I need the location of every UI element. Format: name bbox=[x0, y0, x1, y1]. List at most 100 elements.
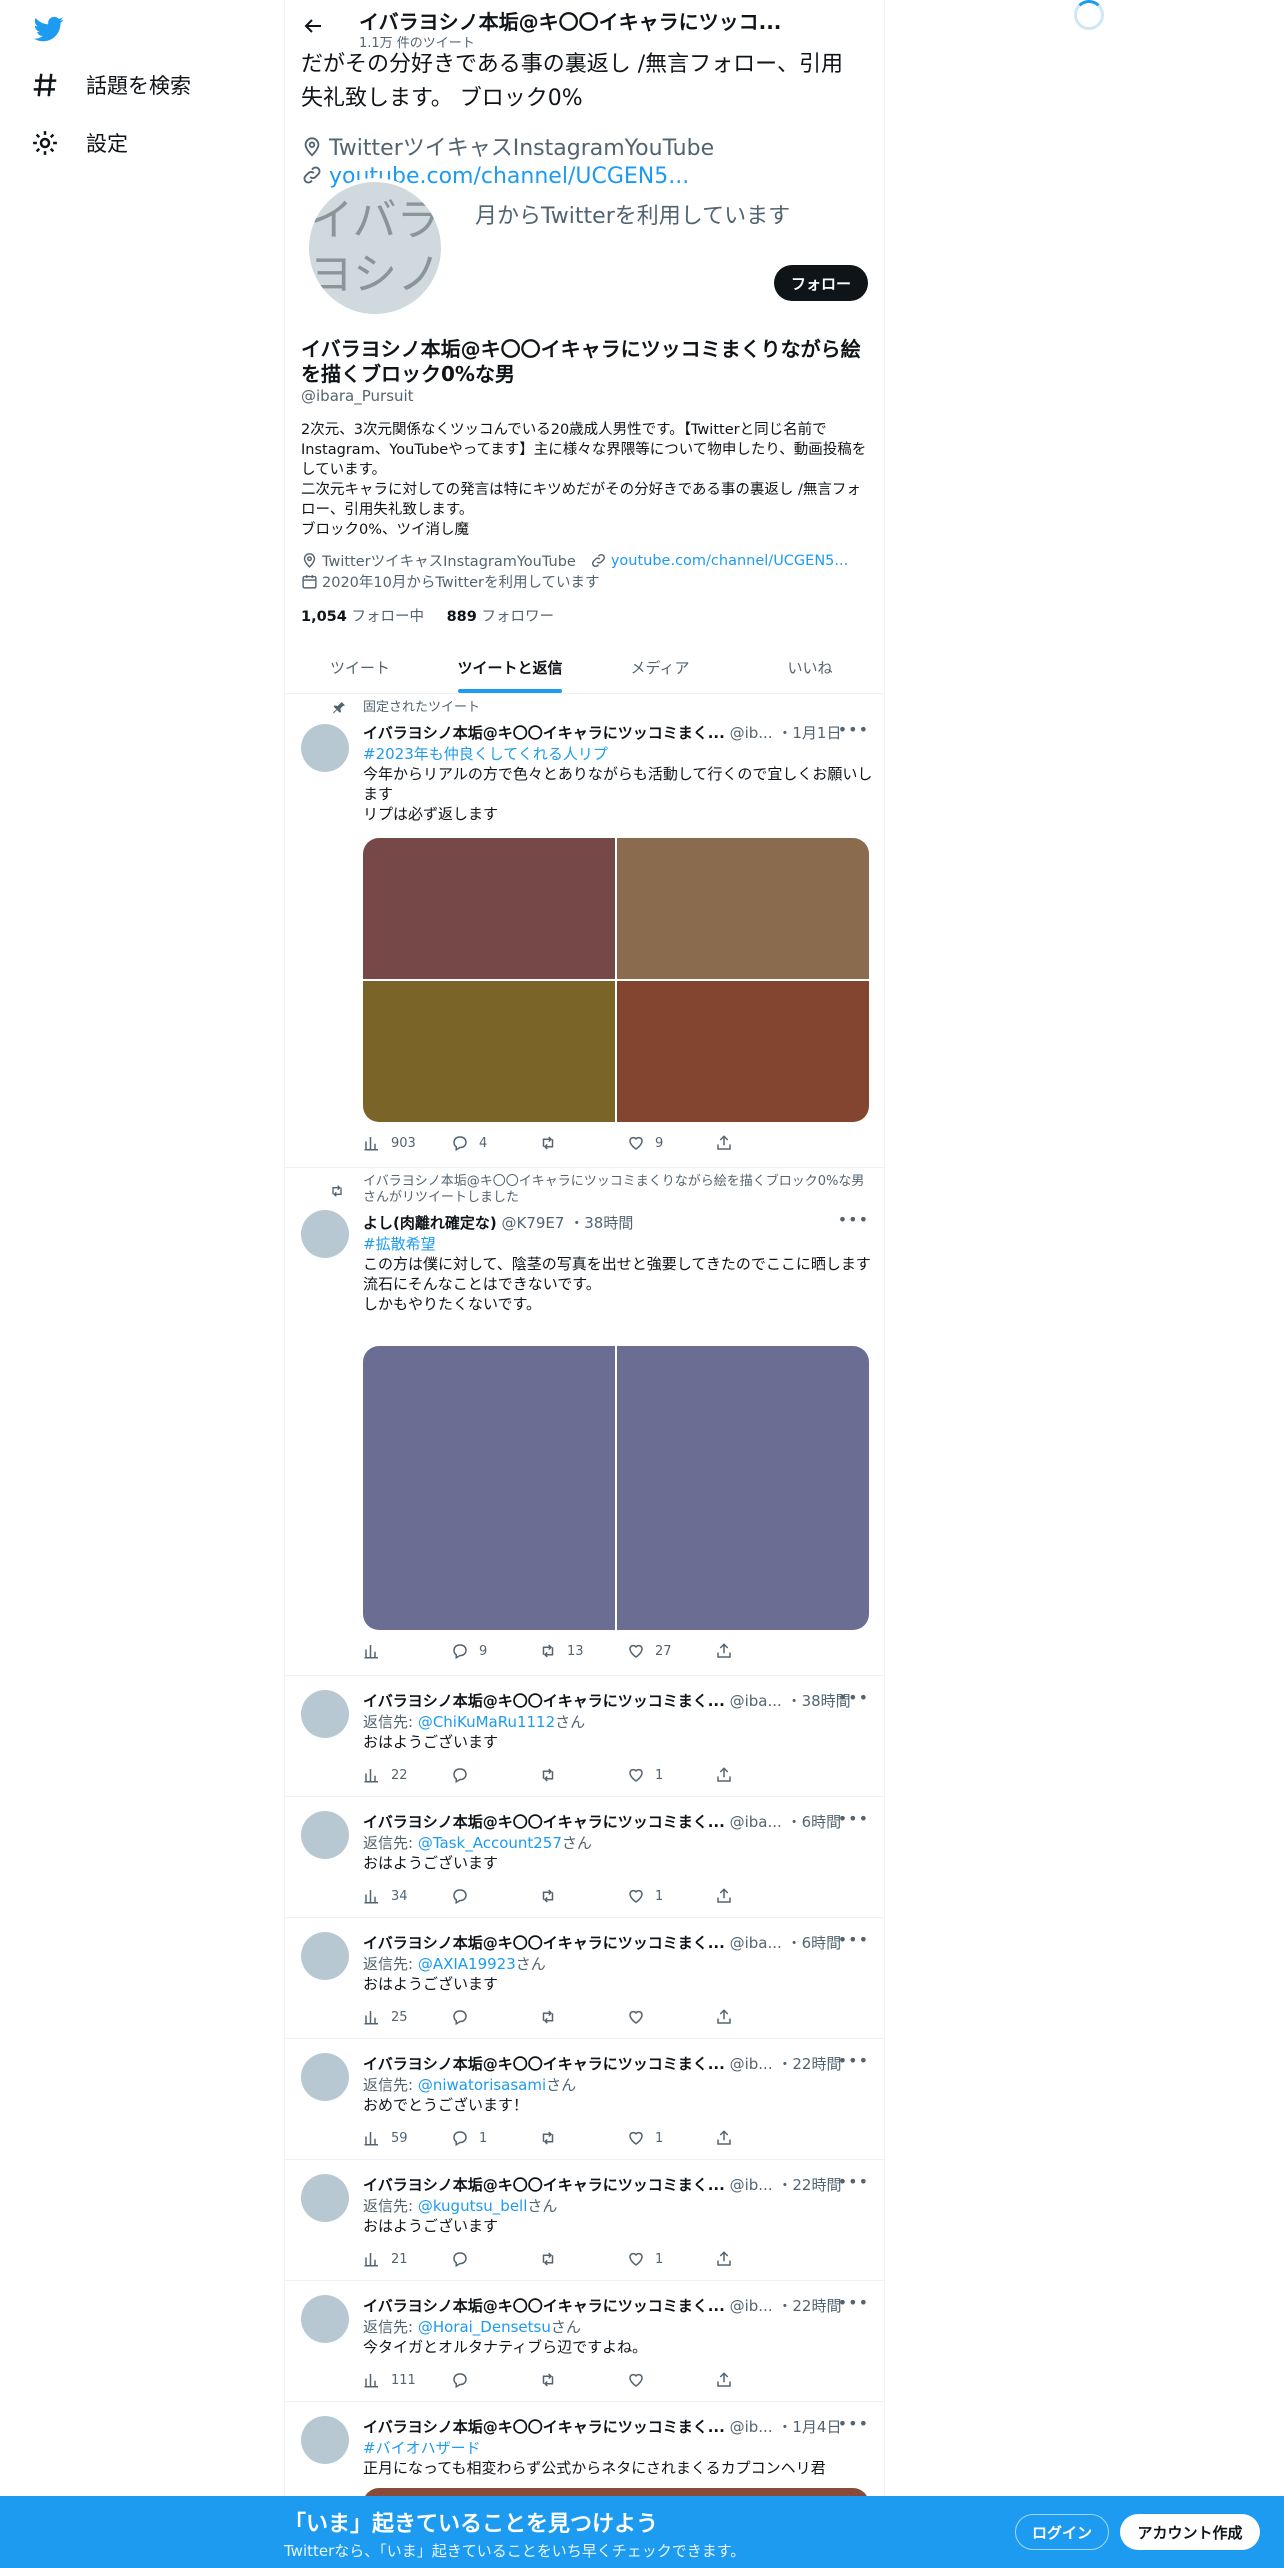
followers-link[interactable]: 889 フォロワー bbox=[447, 609, 554, 625]
tweet-time[interactable]: ・1月4日 bbox=[777, 2418, 841, 2436]
views-button[interactable]: 22 bbox=[363, 1766, 451, 1784]
media-image[interactable] bbox=[363, 838, 615, 979]
share-button[interactable] bbox=[715, 1766, 803, 1784]
avatar[interactable] bbox=[301, 2174, 349, 2222]
more-options-icon[interactable]: ••• bbox=[838, 1210, 869, 1229]
author-name[interactable]: イバラヨシノ本垢@キ〇〇イキャラにツッコミまく... bbox=[363, 2418, 725, 2436]
like-button[interactable]: 1 bbox=[627, 1766, 715, 1784]
tab-tweets-and-replies[interactable]: ツイートと返信 bbox=[435, 642, 585, 693]
more-options-icon[interactable]: ••• bbox=[838, 1809, 869, 1828]
reply-to-handle[interactable]: @ChiKuMaRu1112 bbox=[418, 1713, 555, 1731]
avatar[interactable] bbox=[301, 2416, 349, 2464]
author-name[interactable]: よし(肉離れ確定な) bbox=[363, 1214, 497, 1232]
tab-likes[interactable]: いいね bbox=[735, 642, 884, 693]
media-image[interactable] bbox=[617, 981, 869, 1122]
views-button[interactable]: 21 bbox=[363, 2250, 451, 2268]
following-link[interactable]: 1,054 フォロー中 bbox=[301, 609, 424, 625]
retweet-button[interactable] bbox=[539, 2371, 627, 2389]
tweet-time[interactable]: ・6時間 bbox=[787, 1813, 842, 1831]
reply-to-handle[interactable]: @kugutsu_bell bbox=[418, 2197, 528, 2215]
reply-to-handle[interactable]: @AXIA19923 bbox=[418, 1955, 516, 1973]
views-button[interactable] bbox=[363, 1642, 451, 1660]
nav-settings[interactable]: 設定 bbox=[30, 128, 128, 158]
tab-media[interactable]: メディア bbox=[585, 642, 735, 693]
media-image[interactable] bbox=[363, 981, 615, 1122]
share-button[interactable] bbox=[715, 2008, 803, 2026]
author-name[interactable]: イバラヨシノ本垢@キ〇〇イキャラにツッコミまく... bbox=[363, 1692, 725, 1710]
more-options-icon[interactable]: ••• bbox=[838, 720, 869, 739]
retweet-button[interactable] bbox=[539, 2129, 627, 2147]
reply-to-handle[interactable]: @Horai_Densetsu bbox=[418, 2318, 551, 2336]
tweet-reply[interactable]: イバラヨシノ本垢@キ〇〇イキャラにツッコミまく... @iba... ・6時間 •… bbox=[285, 1918, 884, 2039]
like-button[interactable]: 27 bbox=[627, 1642, 715, 1660]
retweet-button[interactable] bbox=[539, 2250, 627, 2268]
more-options-icon[interactable]: ••• bbox=[838, 2414, 869, 2433]
author-name[interactable]: イバラヨシノ本垢@キ〇〇イキャラにツッコミまく... bbox=[363, 1813, 725, 1831]
like-button[interactable]: 1 bbox=[627, 2129, 715, 2147]
author-name[interactable]: イバラヨシノ本垢@キ〇〇イキャラにツッコミまく... bbox=[363, 724, 725, 742]
avatar[interactable] bbox=[301, 1811, 349, 1859]
retweet-context[interactable]: イバラヨシノ本垢@キ〇〇イキャラにツッコミまくりながら絵を描くブロック0%な男さ… bbox=[363, 1174, 873, 1206]
tweet-time[interactable]: ・38時間 bbox=[569, 1214, 633, 1232]
like-button[interactable] bbox=[627, 2008, 715, 2026]
like-button[interactable] bbox=[627, 2371, 715, 2389]
reply-button[interactable] bbox=[451, 1766, 539, 1784]
tweet-time[interactable]: ・22時間 bbox=[777, 2176, 841, 2194]
reply-button[interactable] bbox=[451, 1887, 539, 1905]
hashtag-link[interactable]: #拡散希望 bbox=[363, 1234, 873, 1254]
tab-tweets[interactable]: ツイート bbox=[285, 642, 435, 693]
retweet-button[interactable]: 13 bbox=[539, 1642, 627, 1660]
share-button[interactable] bbox=[715, 1887, 803, 1905]
reply-button[interactable] bbox=[451, 2008, 539, 2026]
like-button[interactable]: 1 bbox=[627, 2250, 715, 2268]
share-button[interactable] bbox=[715, 2371, 803, 2389]
reply-button[interactable]: 4 bbox=[451, 1134, 539, 1152]
reply-button[interactable]: 1 bbox=[451, 2129, 539, 2147]
hashtag-link[interactable]: #バイオハザード bbox=[363, 2438, 873, 2458]
media-image[interactable] bbox=[363, 1346, 615, 1630]
nav-explore[interactable]: 話題を検索 bbox=[30, 70, 191, 100]
media-image[interactable] bbox=[617, 1346, 869, 1630]
media-image[interactable] bbox=[617, 838, 869, 979]
share-button[interactable] bbox=[715, 2129, 803, 2147]
tweet-time[interactable]: ・22時間 bbox=[777, 2297, 841, 2315]
tweet-reply[interactable]: イバラヨシノ本垢@キ〇〇イキャラにツッコミまく... @ib... ・22時間 •… bbox=[285, 2160, 884, 2281]
views-button[interactable]: 34 bbox=[363, 1887, 451, 1905]
author-name[interactable]: イバラヨシノ本垢@キ〇〇イキャラにツッコミまく... bbox=[363, 2055, 725, 2073]
more-options-icon[interactable]: ••• bbox=[838, 2051, 869, 2070]
tweet-reply[interactable]: イバラヨシノ本垢@キ〇〇イキャラにツッコミまく... @iba... ・38時間… bbox=[285, 1676, 884, 1797]
tweet-time[interactable]: ・1月1日 bbox=[777, 724, 841, 742]
follow-button[interactable]: フォロー bbox=[774, 265, 868, 301]
avatar[interactable] bbox=[301, 724, 349, 772]
author-name[interactable]: イバラヨシノ本垢@キ〇〇イキャラにツッコミまく... bbox=[363, 2176, 725, 2194]
tweet-reply[interactable]: イバラヨシノ本垢@キ〇〇イキャラにツッコミまく... @ib... ・22時間 •… bbox=[285, 2039, 884, 2160]
login-button[interactable]: ログイン bbox=[1015, 2514, 1109, 2550]
like-button[interactable]: 1 bbox=[627, 1887, 715, 1905]
reply-button[interactable] bbox=[451, 2371, 539, 2389]
hashtag-link[interactable]: #2023年も仲良くしてくれる人リプ bbox=[363, 744, 873, 764]
tweet-retweeted[interactable]: イバラヨシノ本垢@キ〇〇イキャラにツッコミまくりながら絵を描くブロック0%な男さ… bbox=[285, 1168, 884, 1676]
retweet-button[interactable] bbox=[539, 1134, 627, 1152]
profile-avatar[interactable]: イバラ ヨシノ bbox=[305, 178, 445, 318]
share-button[interactable] bbox=[715, 1642, 803, 1660]
reply-to-handle[interactable]: @niwatorisasami bbox=[418, 2076, 546, 2094]
like-button[interactable]: 9 bbox=[627, 1134, 715, 1152]
avatar[interactable] bbox=[301, 2053, 349, 2101]
more-options-icon[interactable]: ••• bbox=[838, 2293, 869, 2312]
retweet-button[interactable] bbox=[539, 2008, 627, 2026]
author-name[interactable]: イバラヨシノ本垢@キ〇〇イキャラにツッコミまく... bbox=[363, 2297, 725, 2315]
views-button[interactable]: 903 bbox=[363, 1134, 451, 1152]
more-options-icon[interactable]: ••• bbox=[838, 1688, 869, 1707]
views-button[interactable]: 59 bbox=[363, 2129, 451, 2147]
reply-button[interactable]: 9 bbox=[451, 1642, 539, 1660]
avatar[interactable] bbox=[301, 2295, 349, 2343]
tweet-reply[interactable]: イバラヨシノ本垢@キ〇〇イキャラにツッコミまく... @ib... ・22時間 •… bbox=[285, 2281, 884, 2402]
tweet-time[interactable]: ・22時間 bbox=[777, 2055, 841, 2073]
retweet-button[interactable] bbox=[539, 1887, 627, 1905]
tweet-time[interactable]: ・6時間 bbox=[787, 1934, 842, 1952]
signup-button[interactable]: アカウント作成 bbox=[1120, 2514, 1260, 2550]
avatar[interactable] bbox=[301, 1690, 349, 1738]
retweet-button[interactable] bbox=[539, 1766, 627, 1784]
twitter-logo-icon[interactable] bbox=[32, 14, 66, 44]
more-options-icon[interactable]: ••• bbox=[838, 1930, 869, 1949]
